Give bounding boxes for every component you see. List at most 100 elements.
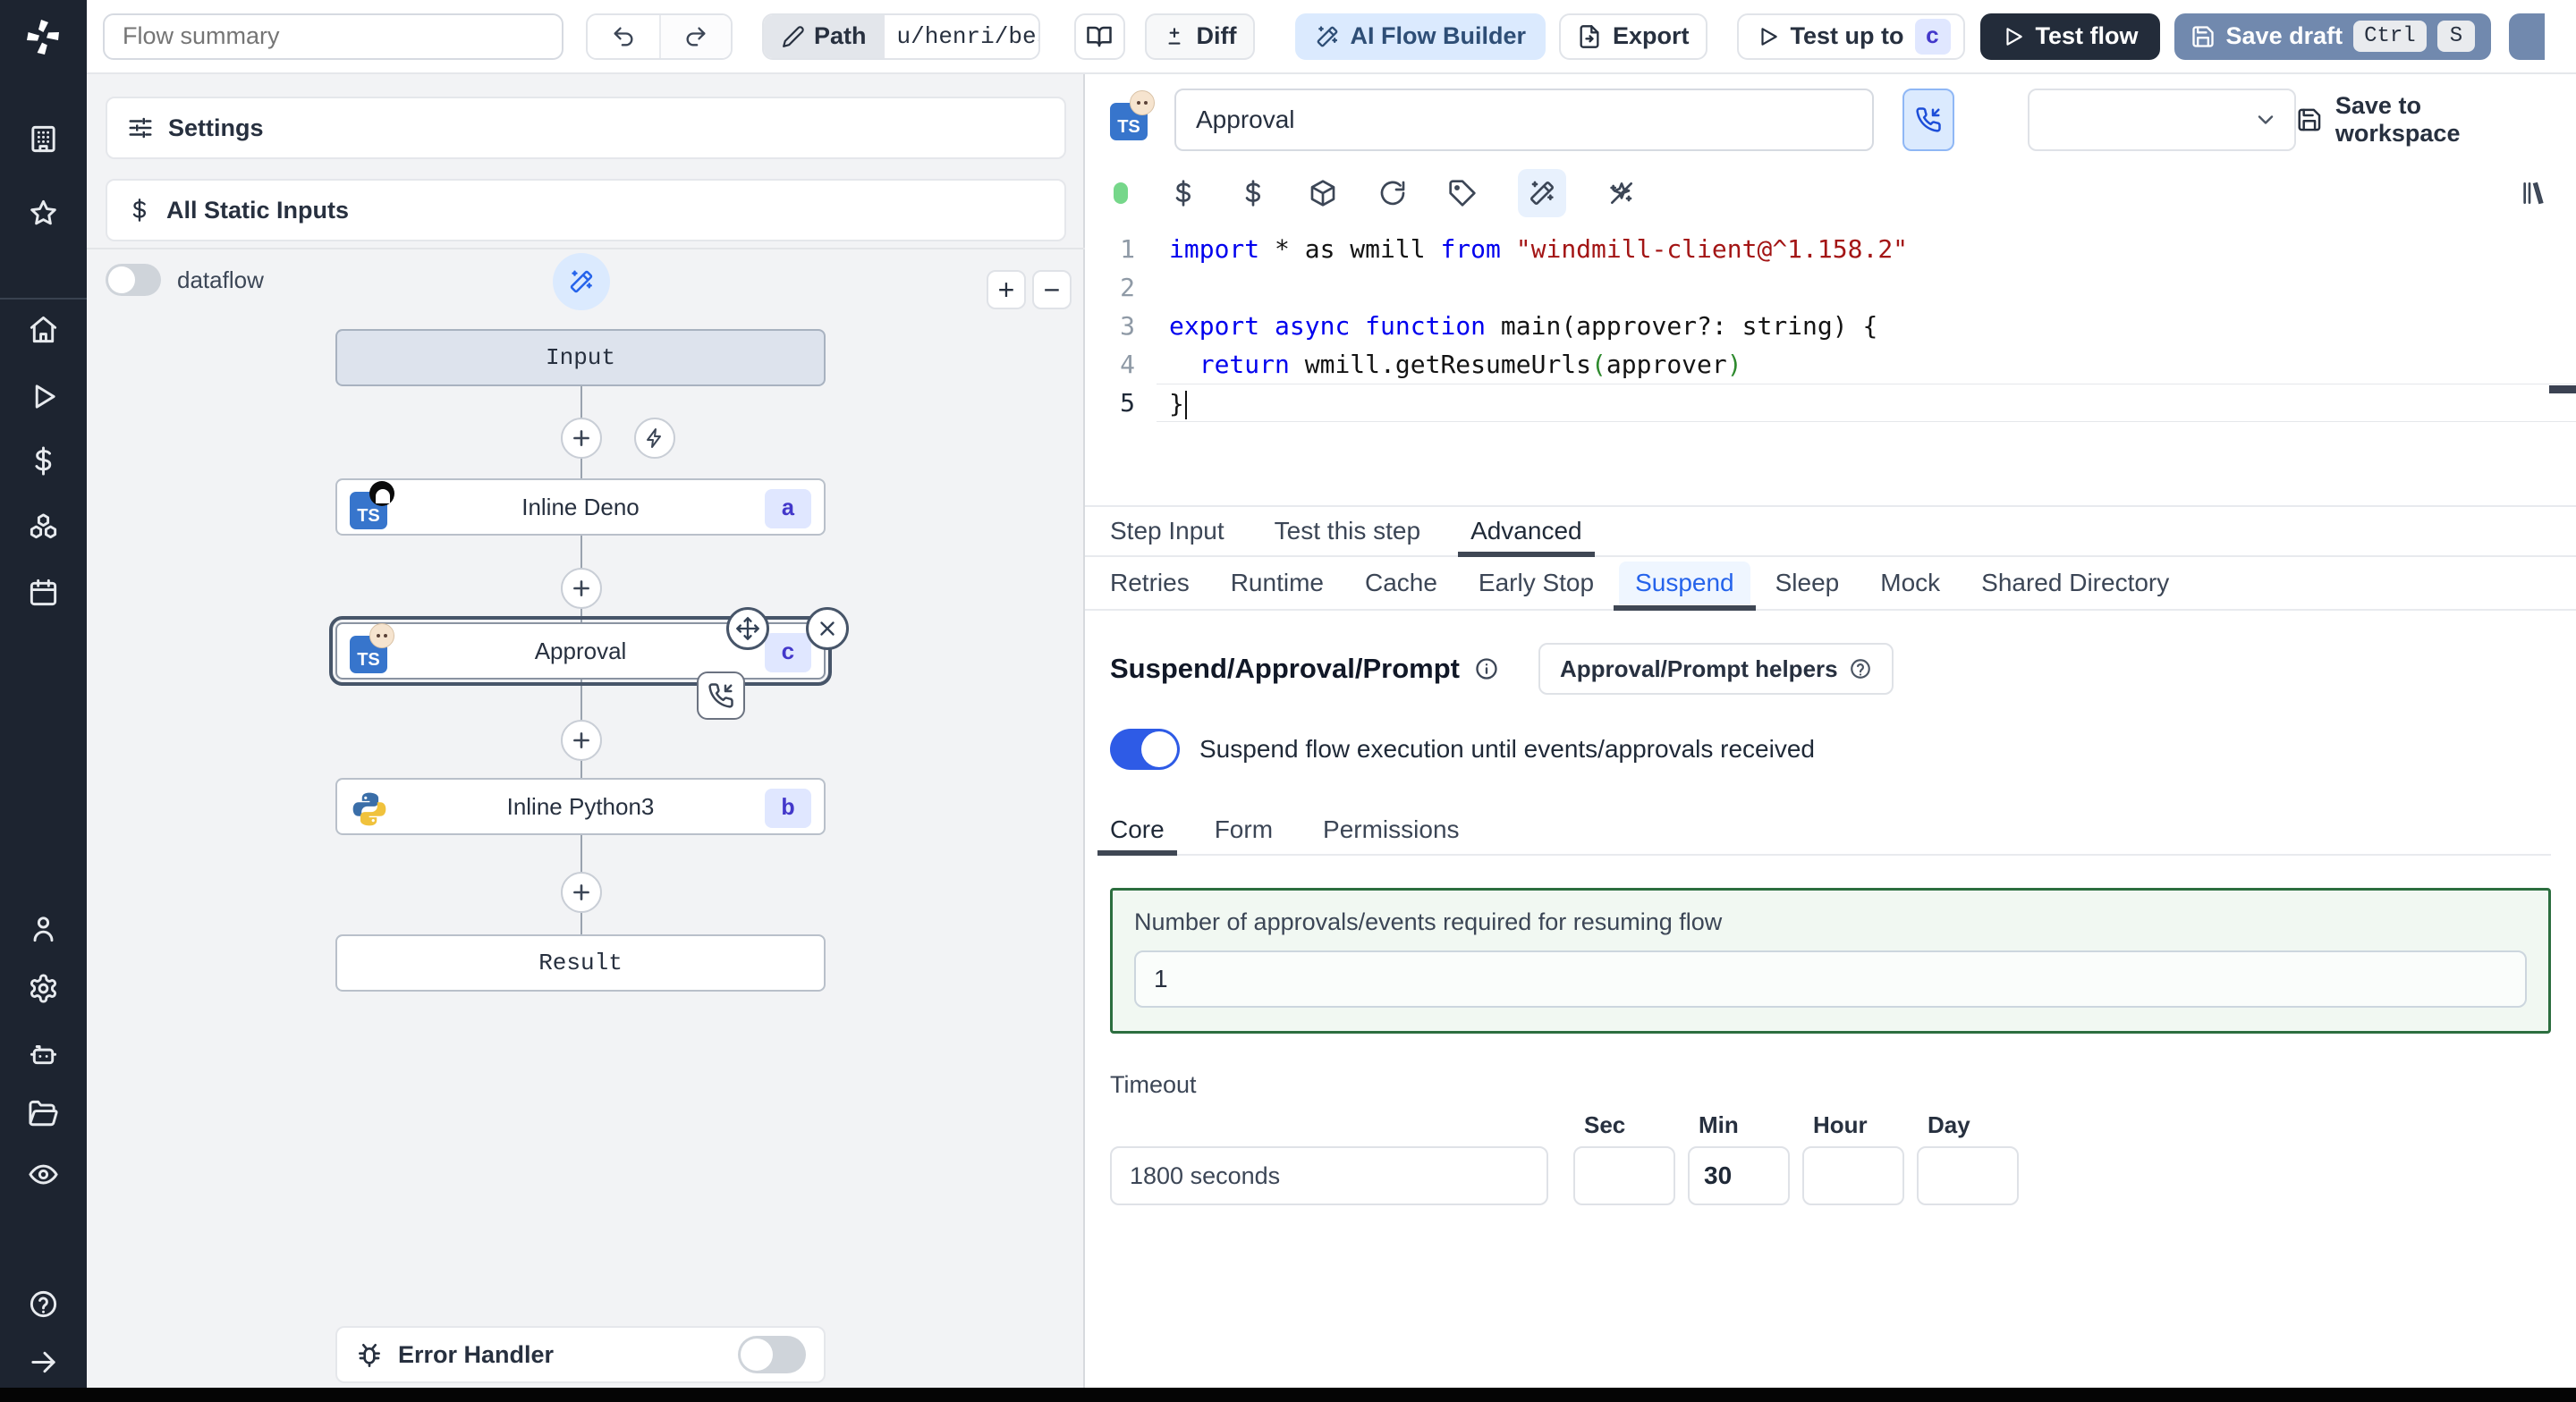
tab-core[interactable]: Core — [1097, 806, 1177, 856]
zoom-in-button[interactable]: + — [987, 270, 1026, 309]
move-step-button[interactable] — [726, 607, 769, 650]
workers-robot-icon[interactable] — [28, 1038, 59, 1069]
test-up-to-button[interactable]: Test up to c — [1736, 13, 1965, 60]
plus-icon — [573, 430, 589, 446]
code-lines[interactable]: import * as wmill from "windmill-client@… — [1157, 221, 2576, 505]
approvals-required-label: Number of approvals/events required for … — [1134, 908, 1723, 935]
ai-off-icon[interactable] — [1607, 179, 1636, 207]
subtab-mock[interactable]: Mock — [1880, 557, 1940, 609]
kbd-ctrl: Ctrl — [2353, 21, 2427, 52]
flow-node-input[interactable]: Input — [335, 329, 826, 386]
flow-node-result[interactable]: Result — [335, 934, 826, 992]
save-draft-button[interactable]: Save draft Ctrl S — [2174, 13, 2492, 60]
script-version-select[interactable] — [2028, 89, 2297, 151]
timeout-sec-input[interactable] — [1573, 1146, 1675, 1205]
variable-picker-icon[interactable] — [1169, 179, 1198, 207]
subtab-sleep[interactable]: Sleep — [1775, 557, 1840, 609]
add-trigger-button[interactable] — [634, 418, 675, 459]
path-value[interactable]: u/henri/bes — [884, 14, 1038, 58]
move-icon — [736, 617, 759, 640]
docs-button[interactable] — [1073, 13, 1125, 60]
timeout-min-input[interactable] — [1688, 1146, 1790, 1205]
subtab-early-stop[interactable]: Early Stop — [1479, 557, 1594, 609]
undo-button[interactable] — [588, 14, 659, 58]
save-to-workspace-button[interactable]: Save to workspace — [2296, 92, 2551, 148]
approval-prompt-helpers-button[interactable]: Approval/Prompt helpers — [1538, 643, 1894, 695]
step-name-input[interactable] — [1174, 89, 1875, 151]
flow-graph-panel: Settings All Static Inputs dataflow + − … — [87, 74, 1085, 1388]
zoom-out-button[interactable]: − — [1032, 270, 1072, 309]
save-icon — [2298, 108, 2321, 131]
tab-advanced[interactable]: Advanced — [1458, 507, 1595, 557]
subtab-suspend[interactable]: Suspend — [1614, 557, 1756, 611]
add-step-button[interactable] — [561, 872, 602, 913]
flow-summary-input[interactable] — [103, 13, 564, 60]
library-icon[interactable] — [2519, 179, 2547, 207]
suspend-phone-indicator[interactable] — [697, 671, 745, 720]
step-id-badge: b — [765, 789, 811, 828]
schedules-calendar-icon[interactable] — [28, 577, 59, 608]
helpers-label: Approval/Prompt helpers — [1559, 655, 1838, 682]
help-circle-icon[interactable] — [28, 1288, 59, 1320]
runs-play-icon[interactable] — [28, 381, 59, 412]
dataflow-toggle[interactable] — [106, 264, 161, 296]
code-editor[interactable]: 12345 import * as wmill from "windmill-c… — [1085, 221, 2576, 505]
settings-gear-icon[interactable] — [28, 973, 59, 1004]
deploy-button-partial[interactable] — [2509, 13, 2546, 60]
tab-step-input[interactable]: Step Input — [1110, 507, 1224, 555]
diff-label: Diff — [1196, 22, 1237, 49]
timeout-hour-input[interactable] — [1802, 1146, 1904, 1205]
add-step-button[interactable] — [561, 720, 602, 761]
subtab-retries[interactable]: Retries — [1110, 557, 1190, 609]
flow-node-inline-deno[interactable]: TS Inline Deno a — [335, 478, 826, 536]
export-button[interactable]: Export — [1559, 13, 1707, 60]
resource-picker-icon[interactable] — [1239, 179, 1267, 207]
flow-node-inline-python3[interactable]: Inline Python3 b — [335, 778, 826, 835]
dataflow-label: dataflow — [177, 266, 264, 293]
add-step-button[interactable] — [561, 568, 602, 609]
approvals-required-input[interactable] — [1134, 950, 2527, 1008]
error-handler-toggle[interactable] — [738, 1336, 806, 1373]
flow-settings-card[interactable]: Settings — [106, 97, 1066, 159]
subtab-shared-directory[interactable]: Shared Directory — [1981, 557, 2169, 609]
reload-icon[interactable] — [1378, 179, 1407, 207]
subtab-cache[interactable]: Cache — [1365, 557, 1437, 609]
tag-icon[interactable] — [1448, 179, 1477, 207]
timeout-day-input[interactable] — [1917, 1146, 2019, 1205]
tab-permissions[interactable]: Permissions — [1323, 806, 1459, 854]
ai-assistant-button[interactable] — [1518, 169, 1566, 217]
expand-arrow-right-icon[interactable] — [28, 1347, 59, 1378]
error-handler-bar[interactable]: Error Handler — [335, 1326, 826, 1383]
ai-flow-builder-button[interactable]: AI Flow Builder — [1294, 13, 1546, 60]
variables-dollar-icon[interactable] — [28, 445, 59, 477]
info-icon[interactable] — [1474, 656, 1499, 681]
path-button[interactable]: Path — [764, 14, 885, 58]
diff-button[interactable]: Diff — [1144, 13, 1255, 60]
favorites-star-icon[interactable] — [28, 198, 59, 229]
redo-button[interactable] — [659, 14, 731, 58]
all-static-inputs-label: All Static Inputs — [166, 196, 350, 224]
windmill-logo-icon[interactable] — [21, 16, 64, 59]
resources-cubes-icon[interactable] — [28, 512, 59, 544]
user-icon[interactable] — [28, 913, 59, 944]
subtab-runtime[interactable]: Runtime — [1231, 557, 1324, 609]
wand-sparkles-icon — [1317, 25, 1337, 46]
suspend-enabled-toggle[interactable] — [1110, 729, 1180, 770]
workspace-building-icon[interactable] — [28, 123, 59, 155]
bun-typescript-icon: TS — [350, 623, 394, 673]
timeout-summary-input[interactable] — [1110, 1146, 1548, 1205]
ai-flow-builder-label: AI Flow Builder — [1350, 22, 1527, 49]
graph-ai-wand-button[interactable] — [553, 253, 610, 310]
tab-test-this-step[interactable]: Test this step — [1275, 507, 1420, 555]
folders-icon[interactable] — [28, 1098, 59, 1129]
all-static-inputs-card[interactable]: All Static Inputs — [106, 179, 1066, 241]
suspend-phone-button[interactable] — [1902, 89, 1955, 151]
suspend-section: Suspend/Approval/Prompt Approval/Prompt … — [1085, 611, 2576, 1205]
package-icon[interactable] — [1309, 179, 1337, 207]
home-icon[interactable] — [28, 314, 59, 345]
tab-form[interactable]: Form — [1215, 806, 1273, 854]
audit-eye-icon[interactable] — [28, 1159, 59, 1190]
test-flow-button[interactable]: Test flow — [1979, 13, 2160, 60]
add-step-button[interactable] — [561, 418, 602, 459]
delete-step-button[interactable] — [806, 607, 849, 650]
